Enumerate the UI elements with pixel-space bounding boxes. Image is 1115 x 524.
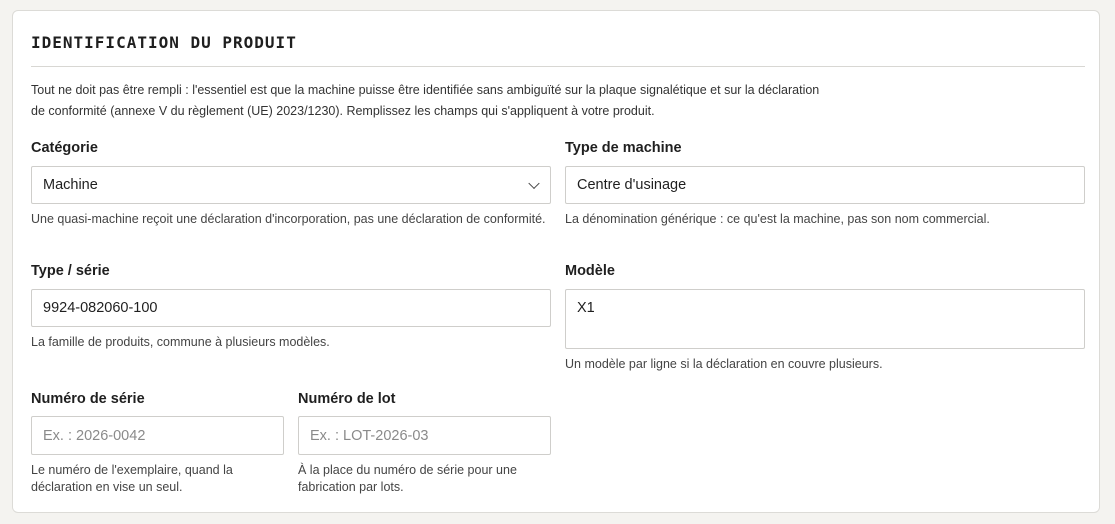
numero-lot-field: Numéro de lot (298, 388, 395, 410)
numero-lot-label: Numéro de lot (298, 391, 396, 407)
type-machine-help: La dénomination générique : ce qu'est la… (565, 212, 990, 226)
modele-value: X1 (577, 300, 595, 316)
numero-serie-field: Numéro de série (31, 388, 145, 410)
type-serie-input[interactable]: 9924-082060-100 (31, 289, 551, 327)
intro-line-2: de conformité (annexe V du règlement (UE… (31, 104, 655, 118)
categorie-select[interactable]: Machine (31, 166, 551, 204)
type-serie-help: La famille de produits, commune à plusie… (31, 335, 330, 349)
modele-label: Modèle (565, 263, 615, 279)
numero-serie-label: Numéro de série (31, 391, 145, 407)
numero-serie-placeholder: Ex. : 2026-0042 (43, 427, 146, 444)
type-serie-value: 9924-082060-100 (43, 300, 158, 316)
type-serie-label: Type / série (31, 263, 110, 279)
modele-field: Modèle (565, 260, 615, 282)
categorie-value: Machine (43, 177, 98, 193)
type-machine-label: Type de machine (565, 140, 682, 156)
section-intro: Tout ne doit pas être rempli : l'essenti… (31, 80, 911, 122)
numero-lot-placeholder: Ex. : LOT-2026-03 (310, 427, 429, 444)
section-divider (31, 66, 1085, 67)
modele-textarea[interactable]: X1 (565, 289, 1085, 349)
categorie-field: Catégorie (31, 137, 98, 159)
categorie-label: Catégorie (31, 140, 98, 156)
numero-lot-input[interactable]: Ex. : LOT-2026-03 (298, 416, 551, 455)
intro-line-1: Tout ne doit pas être rempli : l'essenti… (31, 83, 820, 97)
modele-help: Un modèle par ligne si la déclaration en… (565, 357, 883, 371)
type-machine-value: Centre d'usinage (577, 177, 687, 193)
numero-lot-help: À la place du numéro de série pour une f… (298, 463, 517, 494)
product-identification-card: IDENTIFICATION DU PRODUIT Tout ne doit p… (12, 10, 1100, 513)
type-machine-input[interactable]: Centre d'usinage (565, 166, 1085, 204)
numero-serie-help: Le numéro de l'exemplaire, quand la décl… (31, 463, 233, 494)
section-title: IDENTIFICATION DU PRODUIT (31, 33, 297, 52)
numero-serie-input[interactable]: Ex. : 2026-0042 (31, 416, 284, 455)
type-serie-field: Type / série (31, 260, 110, 282)
categorie-help: Une quasi-machine reçoit une déclaration… (31, 212, 546, 226)
type-machine-field: Type de machine (565, 137, 682, 159)
chevron-down-icon (528, 177, 540, 190)
